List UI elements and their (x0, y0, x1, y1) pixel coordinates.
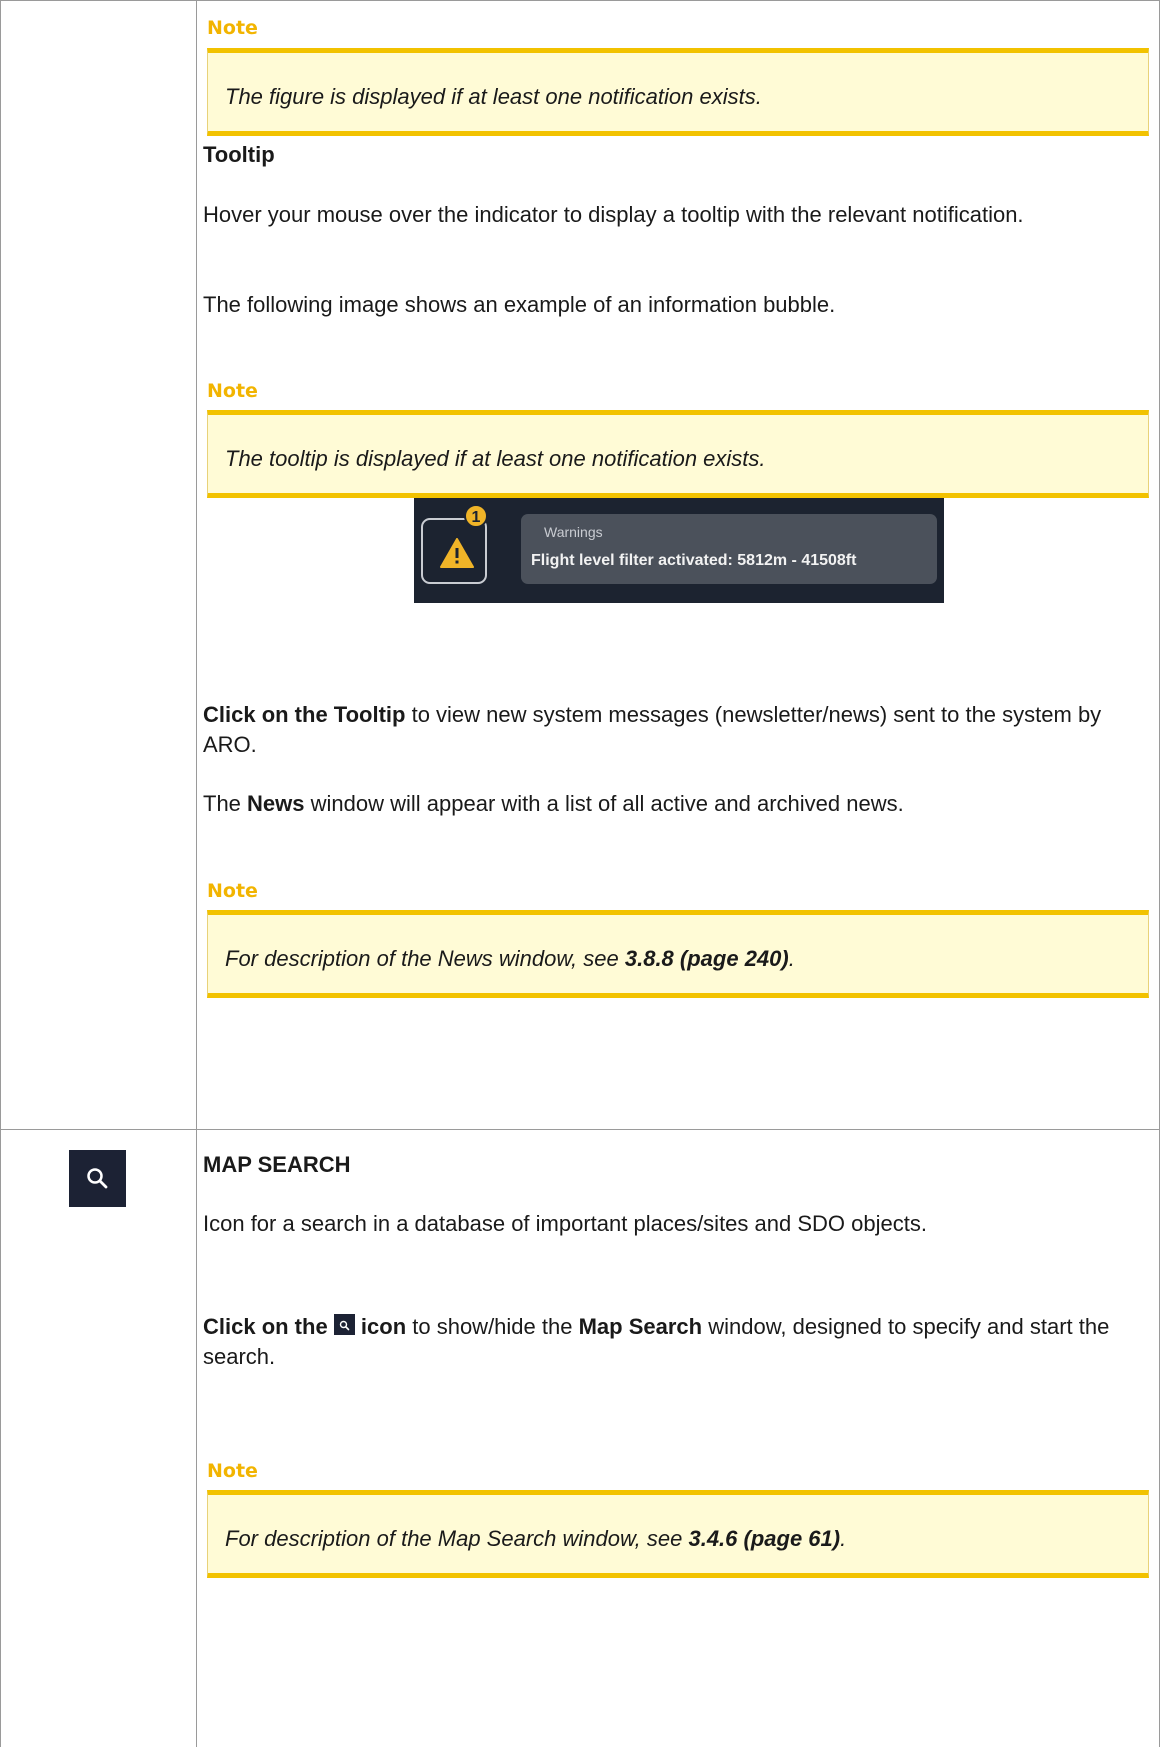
map-search-button[interactable] (69, 1150, 126, 1207)
section-heading-tooltip: Tooltip (203, 142, 275, 167)
note-box: For description of the News window, see … (207, 910, 1149, 998)
table-border-left (0, 0, 1, 1747)
section-heading-map-search: MAP SEARCH (203, 1152, 351, 1177)
text: For description of the News window, see (225, 946, 625, 971)
bold-text: News (247, 791, 305, 816)
bold-text: Click on the Tooltip (203, 702, 406, 727)
table-border-top (0, 0, 1160, 1)
note-label: Note (207, 1460, 258, 1482)
paragraph: The News window will appear with a list … (203, 789, 1153, 819)
text: The (203, 791, 248, 816)
tooltip-bubble: Warnings Flight level filter activated: … (521, 514, 937, 584)
warning-icon (440, 538, 474, 568)
bold-text: Click on the (203, 1314, 334, 1339)
note-box: For description of the Map Search window… (207, 1490, 1149, 1578)
note-box: The tooltip is displayed if at least one… (207, 410, 1149, 498)
notification-count-badge: 1 (464, 504, 488, 528)
text: . (788, 946, 795, 971)
bold-text: Map Search (578, 1314, 703, 1339)
search-icon (333, 1314, 355, 1335)
tooltip-example-image: 1 Warnings Flight level filter activated… (414, 498, 944, 603)
text: For description of the Map Search window… (225, 1526, 689, 1551)
note-text: For description of the Map Search window… (225, 1526, 846, 1552)
table-column-divider (196, 0, 197, 1747)
note-box: The figure is displayed if at least one … (207, 48, 1149, 136)
paragraph: Click on the Tooltip to view new system … (203, 700, 1153, 760)
table-row-divider (0, 1129, 1160, 1130)
search-icon (87, 1168, 108, 1189)
paragraph: Icon for a search in a database of impor… (203, 1211, 927, 1236)
note-text: The figure is displayed if at least one … (225, 84, 762, 109)
note-label: Note (207, 17, 258, 39)
cross-reference-link[interactable]: 3.4.6 (page 61) (688, 1526, 840, 1551)
cross-reference-link[interactable]: 3.8.8 (page 240) (625, 946, 789, 971)
note-text: For description of the News window, see … (225, 946, 795, 972)
paragraph: Click on the icon to show/hide the Map S… (203, 1312, 1153, 1372)
text: to show/hide the (406, 1314, 579, 1339)
note-label: Note (207, 380, 258, 402)
tooltip-message: Flight level filter activated: 5812m - 4… (531, 552, 857, 569)
paragraph: The following image shows an example of … (203, 292, 836, 317)
note-text: The tooltip is displayed if at least one… (225, 446, 766, 471)
note-label: Note (207, 880, 258, 902)
paragraph: Hover your mouse over the indicator to d… (203, 202, 1024, 227)
text: . (840, 1526, 847, 1551)
text: window will appear with a list of all ac… (304, 791, 904, 816)
tooltip-title: Warnings (544, 524, 603, 540)
bold-text: icon (354, 1314, 407, 1339)
